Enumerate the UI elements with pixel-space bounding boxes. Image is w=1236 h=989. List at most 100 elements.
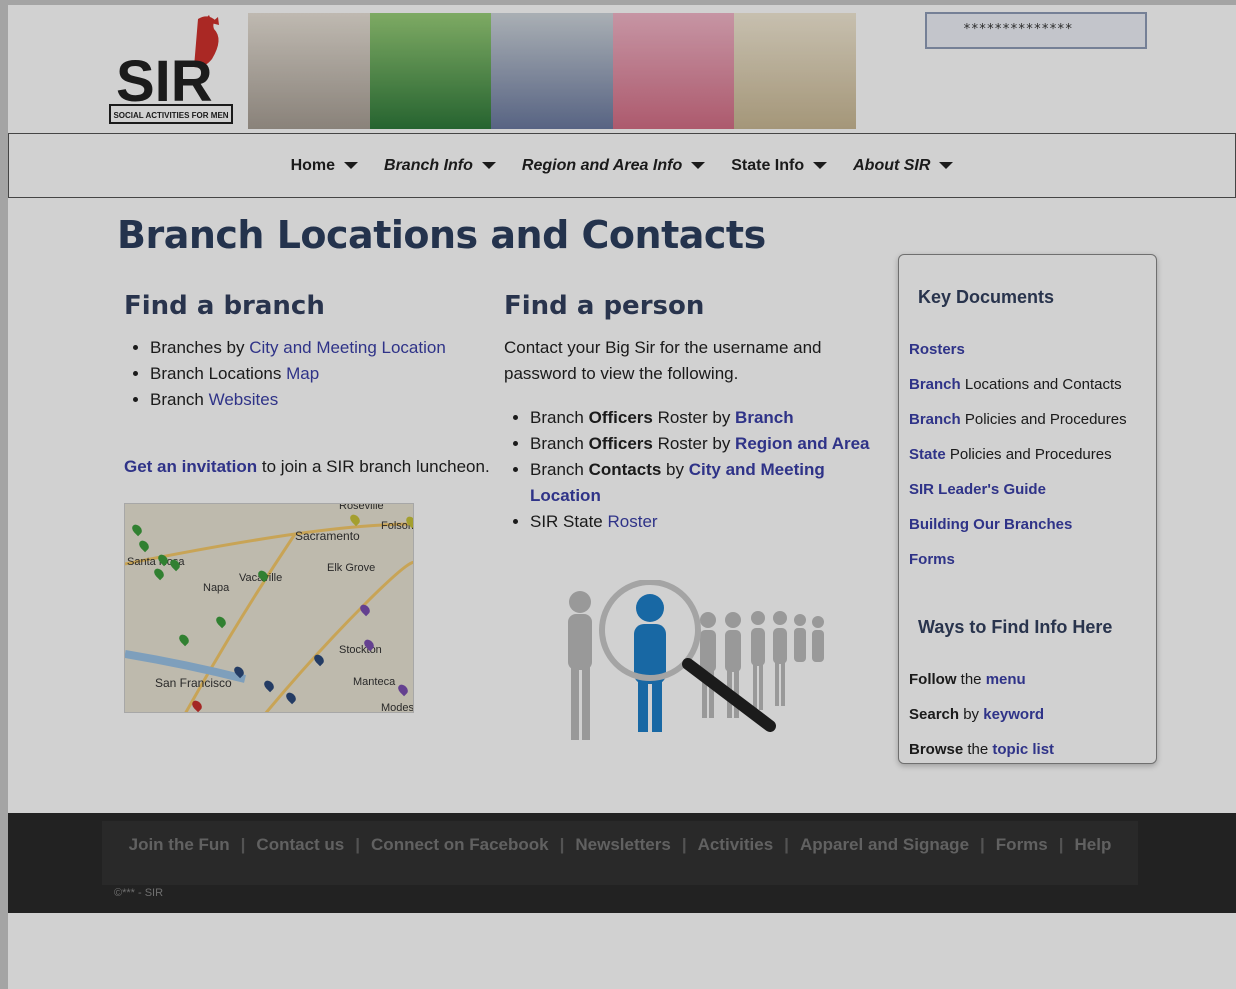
- nav-branch-info[interactable]: Branch Info: [384, 157, 496, 175]
- divider: |: [240, 835, 246, 854]
- footer-facebook-link[interactable]: Connect on Facebook: [371, 835, 549, 855]
- chevron-down-icon: [481, 162, 496, 169]
- map-label: Elk Grove: [327, 562, 376, 574]
- branch-locations-map[interactable]: Roseville Folsom Sacramento Santa Rosa V…: [124, 503, 414, 713]
- nav-label: Home: [290, 156, 336, 174]
- officers-by-region-link[interactable]: Region and Area: [735, 434, 869, 453]
- divider: |: [355, 835, 361, 854]
- forms-link[interactable]: Forms: [909, 551, 955, 568]
- list-item: Branch Officers Roster by Region and Are…: [530, 431, 884, 457]
- map-label: Sacramento: [295, 529, 360, 543]
- officers-by-branch-link[interactable]: Branch: [735, 408, 794, 427]
- header-banner-photo: [248, 13, 856, 129]
- item-text: Locations and Contacts: [960, 376, 1122, 393]
- footer-help-link[interactable]: Help: [1075, 835, 1112, 855]
- page-title: Branch Locations and Contacts: [117, 213, 766, 257]
- sidebar-item: Branch Locations and Contacts: [909, 367, 1146, 402]
- item-text: by: [959, 706, 984, 723]
- map-label: Modesto: [381, 702, 414, 713]
- find-person-section: Find a person Contact your Big Sir for t…: [504, 291, 884, 535]
- divider: |: [980, 835, 985, 854]
- find-branch-heading: Find a branch: [124, 291, 325, 321]
- item-bold: Browse: [909, 741, 964, 758]
- divider: |: [784, 835, 789, 854]
- nav-label: Region and Area Info: [521, 156, 683, 174]
- footer-activities-link[interactable]: Activities: [698, 835, 774, 855]
- divider: |: [1058, 835, 1064, 854]
- footer-forms-link[interactable]: Forms: [996, 835, 1048, 855]
- item-text: Policies and Procedures: [945, 446, 1112, 463]
- leaders-guide-link[interactable]: SIR Leader's Guide: [909, 481, 1046, 498]
- keyword-link[interactable]: keyword: [983, 706, 1044, 723]
- sidebar-item: State Policies and Procedures: [909, 437, 1146, 472]
- item-text: Branch: [530, 460, 589, 479]
- city-meeting-location-link[interactable]: City and Meeting Location: [249, 338, 446, 357]
- item-text: Branch: [150, 390, 209, 409]
- key-documents-sidebar: Key Documents Rosters Branch Locations a…: [898, 254, 1157, 764]
- item-text: SIR State: [530, 512, 608, 531]
- nav-label: About SIR: [853, 156, 931, 174]
- rosters-link[interactable]: Rosters: [909, 341, 965, 358]
- item-text: Branch: [530, 434, 589, 453]
- building-branches-link[interactable]: Building Our Branches: [909, 516, 1072, 533]
- get-invitation-link[interactable]: Get an invitation: [124, 457, 257, 476]
- item-text: Policies and Procedures: [960, 411, 1127, 428]
- footer-apparel-link[interactable]: Apparel and Signage: [800, 835, 969, 855]
- nav-state-info[interactable]: State Info: [731, 157, 828, 175]
- find-branch-section: Find a branch Branches by City and Meeti…: [124, 291, 494, 477]
- map-label: Roseville: [339, 503, 384, 512]
- footer: Join the Fun | Contact us | Connect on Fac…: [8, 813, 1236, 913]
- divider: |: [559, 835, 565, 854]
- map-label: San Francisco: [155, 676, 232, 690]
- magnifying-glass-people-illustration: [568, 580, 824, 740]
- item-text: Roster by: [652, 408, 736, 427]
- topic-list-link[interactable]: topic list: [992, 741, 1054, 758]
- sir-logo[interactable]: SOCIAL ACTIVITIES FOR MEN SIR: [108, 13, 236, 128]
- sidebar-item: SIR Leader's Guide: [909, 472, 1146, 507]
- chevron-down-icon: [691, 162, 706, 169]
- chevron-down-icon: [344, 162, 359, 169]
- sidebar-item: Branch Policies and Procedures: [909, 402, 1146, 437]
- state-roster-link[interactable]: Roster: [607, 512, 657, 531]
- chevron-down-icon: [939, 162, 954, 169]
- page: SOCIAL ACTIVITIES FOR MEN SIR **********…: [8, 5, 1236, 989]
- item-text: Branch Locations: [150, 364, 287, 383]
- branch-policies-link[interactable]: Branch: [909, 411, 961, 428]
- list-item: Branch Locations Map: [150, 361, 494, 387]
- item-text: by: [661, 460, 689, 479]
- list-item: SIR State Roster: [530, 509, 884, 535]
- list-item: Branch Websites: [150, 387, 494, 413]
- footer-newsletters-link[interactable]: Newsletters: [575, 835, 670, 855]
- item-bold: Search: [909, 706, 960, 723]
- nav-region-area-info[interactable]: Region and Area Info: [521, 156, 706, 175]
- item-bold: Officers: [588, 408, 653, 427]
- invite-text: to join a SIR branch luncheon.: [257, 457, 490, 476]
- nav-about-sir[interactable]: About SIR: [853, 156, 954, 175]
- find-person-heading: Find a person: [504, 291, 705, 321]
- list-item: Branch Officers Roster by Branch: [530, 405, 884, 431]
- logo-text: SIR: [116, 49, 213, 114]
- header: SOCIAL ACTIVITIES FOR MEN SIR **********…: [8, 5, 1236, 133]
- item-bold: Contacts: [588, 460, 662, 479]
- item-text: Branch: [530, 408, 589, 427]
- password-field[interactable]: **************: [925, 12, 1147, 49]
- state-policies-link[interactable]: State: [909, 446, 946, 463]
- map-label: Napa: [203, 582, 230, 594]
- map-label: Stockton: [339, 644, 382, 656]
- list-item: Branch Contacts by City and Meeting Loca…: [530, 457, 884, 509]
- item-text: Branches by: [150, 338, 250, 357]
- footer-join-link[interactable]: Join the Fun: [129, 835, 230, 855]
- ways-heading: Ways to Find Info Here: [918, 617, 1113, 637]
- locations-map-link[interactable]: Map: [286, 364, 319, 383]
- copyright: ©*** - SIR: [114, 887, 164, 899]
- item-text: the: [956, 671, 986, 688]
- branch-locations-link[interactable]: Branch: [909, 376, 961, 393]
- footer-links: Join the Fun | Contact us | Connect on Fac…: [102, 835, 1138, 855]
- footer-contact-link[interactable]: Contact us: [256, 835, 344, 855]
- sidebar-item: Search by keyword: [909, 697, 1146, 732]
- sidebar-item: Rosters: [909, 332, 1146, 367]
- nav-home[interactable]: Home: [290, 156, 359, 175]
- item-bold: Follow: [909, 671, 957, 688]
- branch-websites-link[interactable]: Websites: [209, 390, 279, 409]
- menu-link[interactable]: menu: [986, 671, 1026, 688]
